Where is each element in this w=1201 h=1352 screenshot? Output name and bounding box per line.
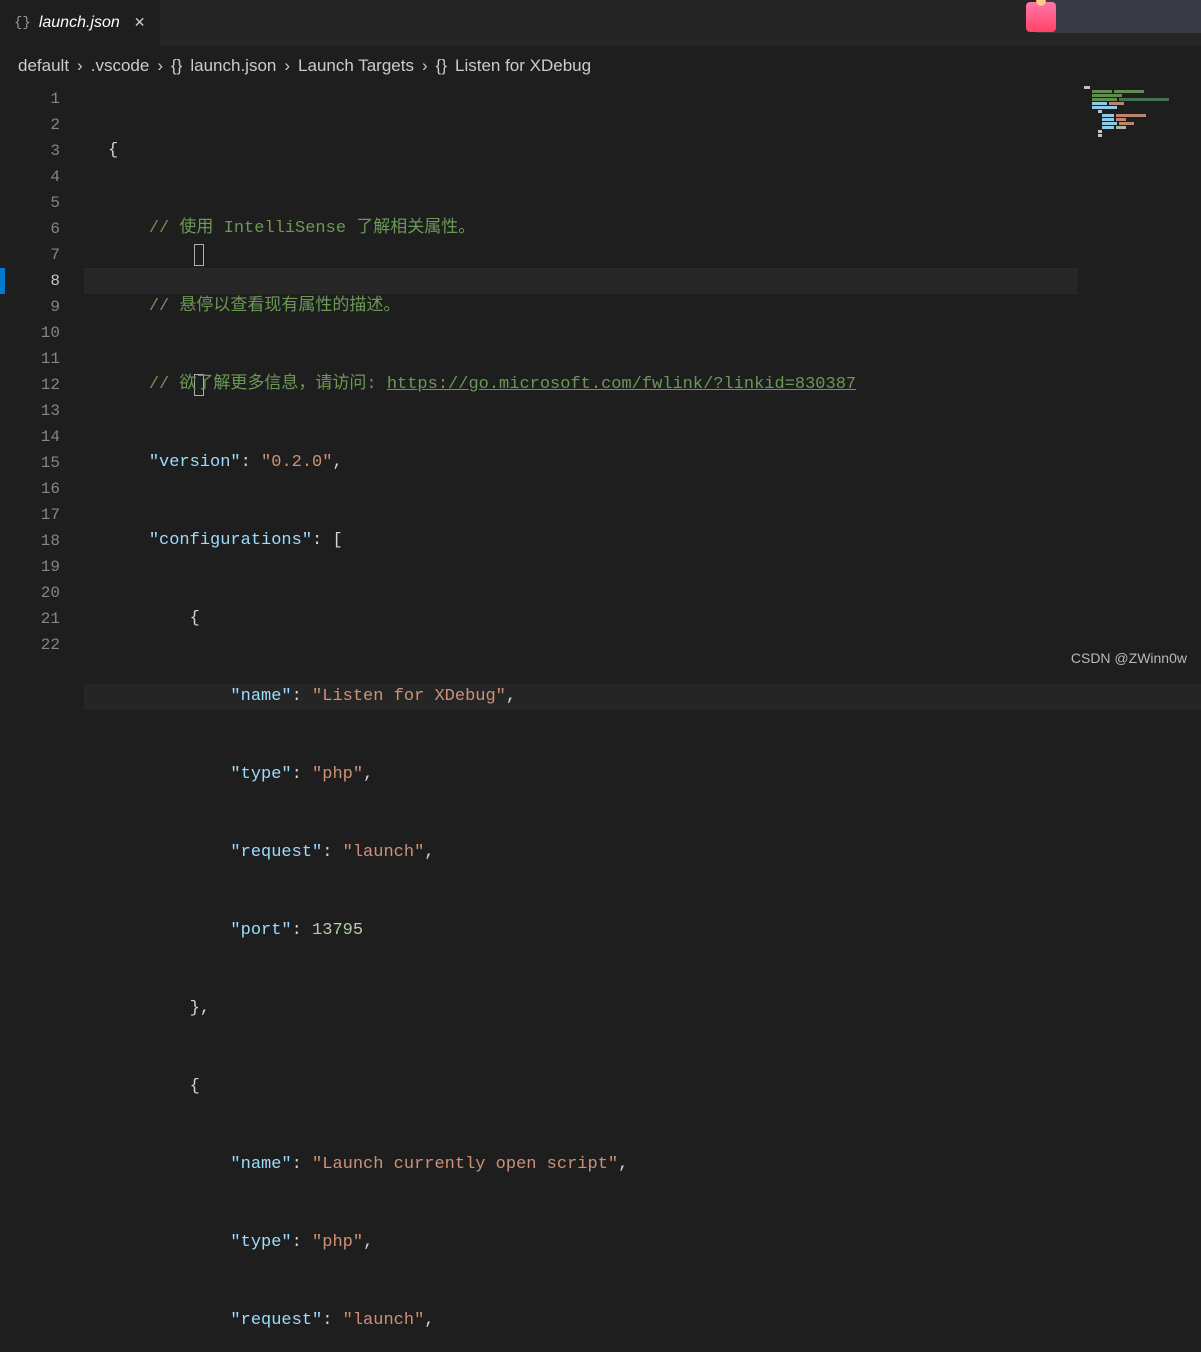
json-icon: {} bbox=[171, 56, 182, 76]
crumb-vscode[interactable]: .vscode bbox=[91, 56, 150, 76]
code-line[interactable]: { bbox=[84, 606, 1201, 632]
code-line[interactable]: // 欲了解更多信息，请访问: https://go.microsoft.com… bbox=[84, 372, 1201, 398]
watermark: CSDN @ZWinn0w bbox=[1071, 650, 1187, 666]
gift-icon[interactable] bbox=[1026, 2, 1056, 32]
code-line[interactable]: "configurations": [ bbox=[84, 528, 1201, 554]
chevron-icon: › bbox=[157, 56, 163, 76]
tab-bar: {} launch.json ✕ bbox=[0, 0, 1201, 46]
code-line[interactable]: "port": 13795 bbox=[84, 918, 1201, 944]
docs-link[interactable]: https://go.microsoft.com/fwlink/?linkid=… bbox=[387, 375, 856, 394]
code-line[interactable]: "version": "0.2.0", bbox=[84, 450, 1201, 476]
code-line[interactable]: "type": "php", bbox=[84, 762, 1201, 788]
chevron-icon: › bbox=[284, 56, 290, 76]
top-right-widget[interactable] bbox=[1036, 0, 1201, 33]
crumb-listen[interactable]: Listen for XDebug bbox=[455, 56, 591, 76]
editor-tab[interactable]: {} launch.json ✕ bbox=[0, 0, 161, 46]
code-line[interactable]: "request": "launch", bbox=[84, 840, 1201, 866]
breadcrumb: default › .vscode › {} launch.json › Lau… bbox=[0, 46, 1201, 86]
code-line[interactable]: { bbox=[84, 138, 1201, 164]
code-line[interactable]: "type": "php", bbox=[84, 1230, 1201, 1256]
crumb-file[interactable]: launch.json bbox=[190, 56, 276, 76]
json-icon: {} bbox=[436, 56, 447, 76]
code-line[interactable]: "name": "Listen for XDebug", bbox=[84, 684, 1201, 710]
json-icon: {} bbox=[14, 15, 31, 31]
line-number-gutter: 12345678910111213141516171819202122 bbox=[0, 86, 84, 676]
code-line[interactable]: }, bbox=[84, 996, 1201, 1022]
code-line[interactable]: "name": "Launch currently open script", bbox=[84, 1152, 1201, 1178]
crumb-default[interactable]: default bbox=[18, 56, 69, 76]
chevron-icon: › bbox=[422, 56, 428, 76]
crumb-launch-targets[interactable]: Launch Targets bbox=[298, 56, 414, 76]
code-line[interactable]: // 悬停以查看现有属性的描述。 bbox=[84, 294, 1201, 320]
close-icon[interactable]: ✕ bbox=[134, 15, 146, 32]
chevron-icon: › bbox=[77, 56, 83, 76]
tab-filename: launch.json bbox=[39, 14, 120, 32]
code-line[interactable]: "request": "launch", bbox=[84, 1308, 1201, 1334]
code-area[interactable]: { // 使用 IntelliSense 了解相关属性。 // 悬停以查看现有属… bbox=[84, 86, 1201, 676]
code-line[interactable]: { bbox=[84, 1074, 1201, 1100]
code-line[interactable]: // 使用 IntelliSense 了解相关属性。 bbox=[84, 216, 1201, 242]
editor[interactable]: 12345678910111213141516171819202122 { //… bbox=[0, 86, 1201, 676]
